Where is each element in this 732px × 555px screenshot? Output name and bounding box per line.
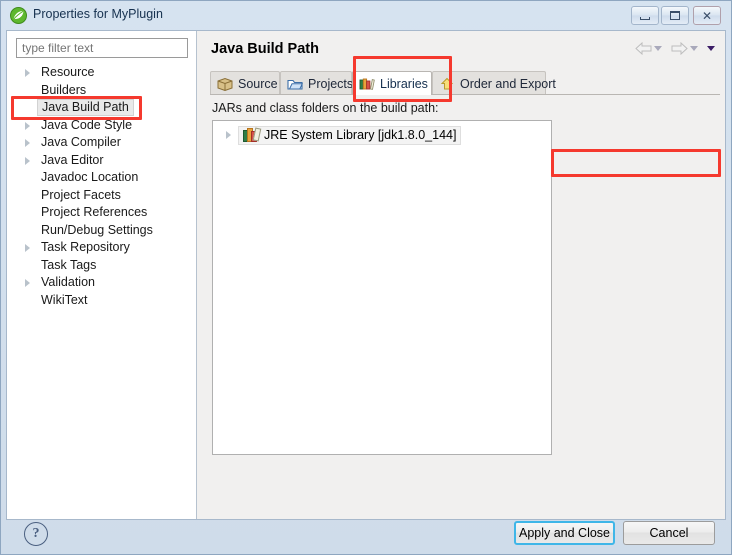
settings-sidebar: Resource Builders Java Build PathJava Code… <box>7 31 197 519</box>
expand-chevron-right-icon[interactable] <box>25 121 30 130</box>
books-icon <box>359 77 375 91</box>
sidebar-item-task-tags[interactable]: Task Tags <box>7 257 197 275</box>
tab-label: Projects <box>308 76 354 91</box>
properties-dialog-window: Properties for MyPlugin ✕ Resource Builde… <box>0 0 732 555</box>
tab-label: Source <box>238 76 278 91</box>
sidebar-item-validation[interactable]: Validation <box>7 274 197 292</box>
cancel-button[interactable]: Cancel <box>623 521 715 545</box>
sidebar-item-label: Task Tags <box>41 257 97 272</box>
expand-chevron-right-icon[interactable] <box>25 69 30 77</box>
back-arrow-icon[interactable] <box>635 42 652 55</box>
dialog-footer: ? Apply and Close Cancel <box>6 520 726 550</box>
library-entry[interactable]: JRE System Library [jdk1.8.0_144] <box>238 125 462 145</box>
tab-label: Libraries <box>380 76 428 91</box>
close-icon: ✕ <box>701 8 713 23</box>
restore-icon <box>670 11 680 20</box>
sidebar-item-resource[interactable]: Resource <box>7 64 197 82</box>
package-icon <box>217 77 233 91</box>
filter-input[interactable] <box>16 38 188 58</box>
sidebar-item-project-facets[interactable]: Project Facets <box>7 187 197 205</box>
help-icon[interactable]: ? <box>24 522 48 546</box>
sidebar-item-builders[interactable]: Builders <box>7 82 197 100</box>
expand-chevron-right-icon[interactable] <box>25 139 30 147</box>
sidebar-item-task-repository[interactable]: Task Repository <box>7 239 197 257</box>
sidebar-item-label: Builders <box>41 82 87 97</box>
apply-and-close-button[interactable]: Apply and Close <box>514 521 615 545</box>
eclipse-green-leaf-icon <box>10 7 27 24</box>
minimize-button[interactable] <box>631 6 659 25</box>
tab-order-and-export[interactable]: Order and Export <box>432 71 556 95</box>
sidebar-item-label: Java Build Path <box>37 99 134 116</box>
tab-label: Order and Export <box>460 76 556 91</box>
folder-icon <box>287 77 303 91</box>
minimize-icon <box>640 16 650 20</box>
libraries-tab-panel: JARs and class folders on the build path… <box>210 95 720 455</box>
title-bar: Properties for MyPlugin ✕ <box>1 1 731 30</box>
sidebar-item-wikitext[interactable]: WikiText <box>7 292 197 310</box>
help-glyph: ? <box>32 526 40 541</box>
forward-arrow-icon[interactable] <box>671 42 688 55</box>
expand-chevron-right-icon[interactable] <box>25 156 30 165</box>
sidebar-item-label: Validation <box>41 275 95 289</box>
sidebar-item-javadoc-location[interactable]: Javadoc Location <box>7 169 197 187</box>
sidebar-item-run-debug-settings[interactable]: Run/Debug Settings <box>7 222 197 240</box>
sidebar-item-label: WikiText <box>41 292 88 307</box>
page-title: Java Build Path <box>211 41 319 57</box>
back-dropdown-chevron-down-icon[interactable] <box>654 46 662 51</box>
content-pane: Java Build Path Source Projects Libraries O… <box>197 31 725 519</box>
apply-and-close-label: Apply and Close <box>518 526 611 540</box>
sidebar-item-label: Javadoc Location <box>41 170 139 184</box>
close-button[interactable]: ✕ <box>693 6 721 25</box>
tab-source[interactable]: Source <box>210 71 280 95</box>
expand-chevron-right-icon[interactable] <box>25 279 30 287</box>
library-entry-label: JRE System Library [jdk1.8.0_144] <box>264 128 457 142</box>
up-arrow-icon <box>439 77 455 91</box>
sidebar-item-java-code-style[interactable]: Java Code Style <box>7 117 197 135</box>
libraries-listbox[interactable]: JRE System Library [jdk1.8.0_144] <box>212 120 552 455</box>
sidebar-item-java-editor[interactable]: Java Editor <box>7 152 197 170</box>
restore-button[interactable] <box>661 6 689 25</box>
navigation-controls <box>635 42 715 55</box>
sidebar-item-java-compiler[interactable]: Java Compiler <box>7 134 197 152</box>
cancel-button-label: Cancel <box>649 526 689 540</box>
tab-bar: Source Projects Libraries Order and Export <box>210 71 720 95</box>
tab-projects[interactable]: Projects <box>280 71 354 95</box>
list-description: JARs and class folders on the build path… <box>212 101 439 115</box>
expand-chevron-right-icon[interactable] <box>226 131 231 139</box>
sidebar-item-label: Task Repository <box>41 240 130 254</box>
sidebar-item-java-build-path[interactable]: Java Build Path <box>7 99 197 117</box>
view-menu-chevron-down-icon[interactable] <box>707 46 715 51</box>
sidebar-item-project-references[interactable]: Project References <box>7 204 197 222</box>
settings-tree: Resource Builders Java Build Path Java Code… <box>7 64 197 309</box>
sidebar-item-label: Resource <box>41 65 95 79</box>
list-item[interactable]: JRE System Library [jdk1.8.0_144] <box>226 125 551 145</box>
dialog-body: ResourceBuildersJava Build PathJava Code… <box>6 30 726 520</box>
sidebar-item-label: Run/Debug Settings <box>41 222 153 237</box>
sidebar-item-label: Project Facets <box>41 187 121 202</box>
window-title: Properties for MyPlugin <box>33 7 163 21</box>
tab-libraries[interactable]: Libraries <box>352 71 432 95</box>
sidebar-item-label: Java Code Style <box>41 117 133 132</box>
books-icon <box>243 127 262 142</box>
sidebar-item-label: Java Compiler <box>41 135 121 149</box>
sidebar-item-label: Project References <box>41 205 148 219</box>
forward-dropdown-chevron-down-icon[interactable] <box>690 46 698 51</box>
expand-chevron-right-icon[interactable] <box>25 244 30 252</box>
sidebar-item-label: Java Editor <box>41 152 104 167</box>
